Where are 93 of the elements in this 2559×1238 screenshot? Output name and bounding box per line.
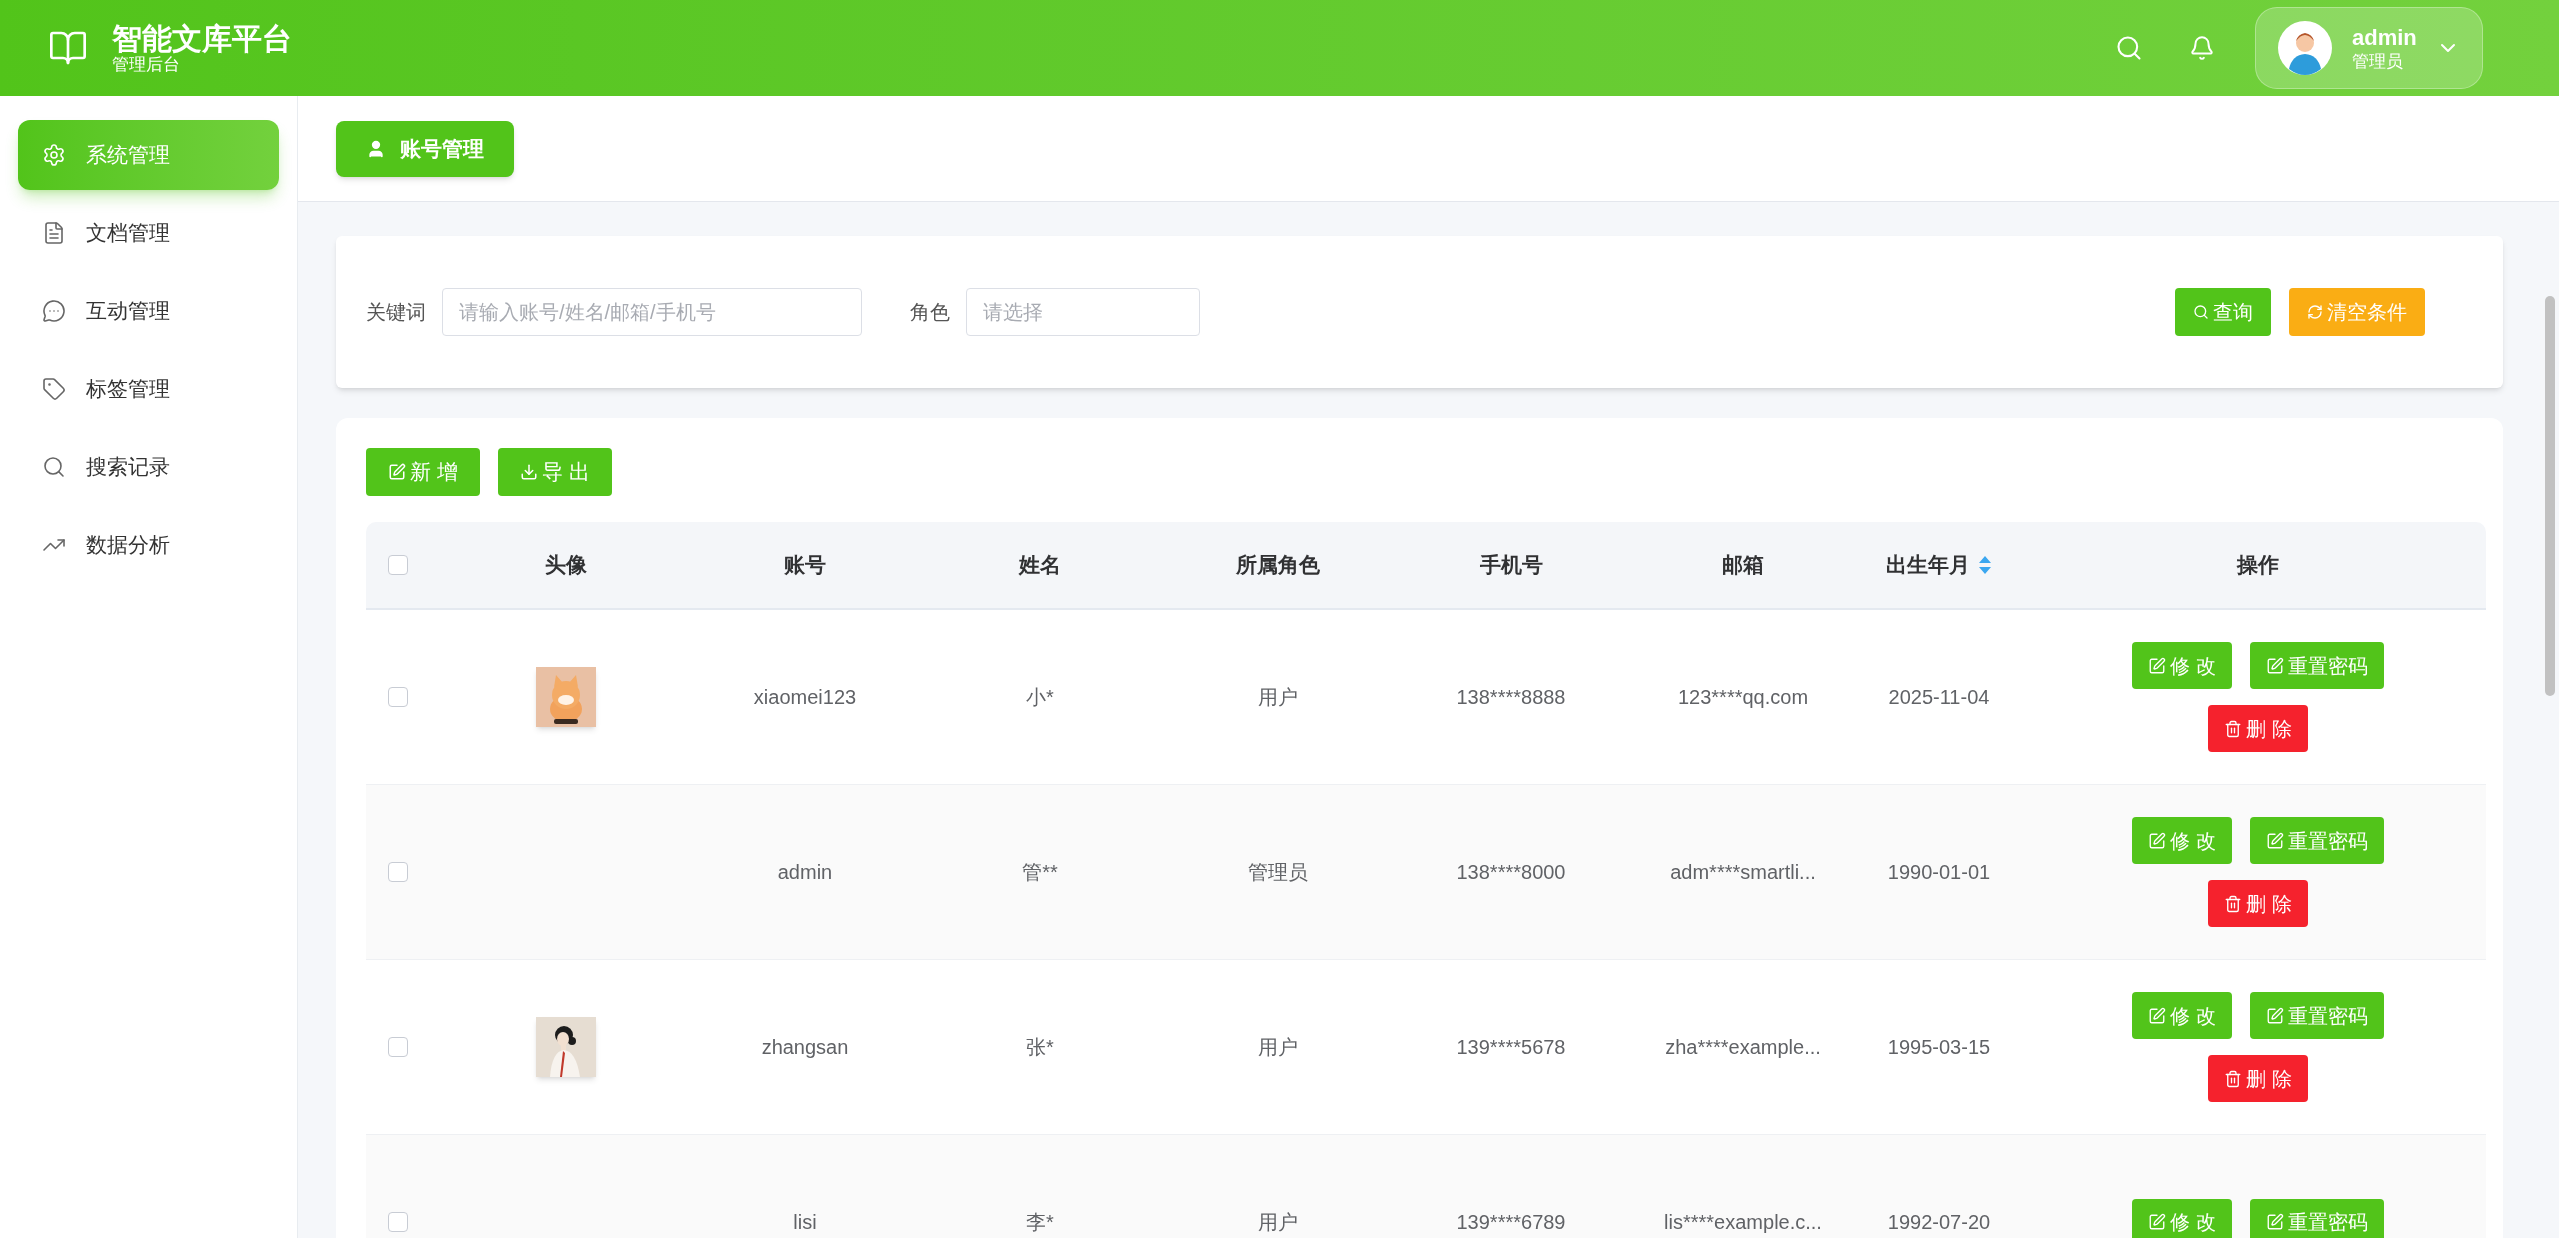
notification-icon[interactable] [2189, 35, 2215, 61]
tag-icon [42, 377, 66, 401]
column-header: 出生年月 [1886, 552, 1970, 579]
table-cell-text: 123****qq.com [1677, 685, 1809, 710]
delete-button[interactable]: 删 除 [2208, 880, 2308, 927]
app-title: 智能文库平台 [112, 23, 292, 54]
column-header: 手机号 [1479, 552, 1543, 579]
edit-button[interactable]: 重置密码 [2249, 1198, 2384, 1238]
table-cell-text: 小* [1026, 685, 1054, 710]
table-cell-text: lisi [793, 1210, 817, 1235]
role-select[interactable]: 请选择 [966, 288, 1200, 336]
table-cell-text: 1992-07-20 [1887, 1210, 1991, 1235]
table-cell-text: zha****example... [1665, 1035, 1821, 1060]
table-cell-text: 1995-03-15 [1887, 1035, 1991, 1060]
edit-icon [2265, 831, 2284, 850]
role-label: 角色 [910, 300, 950, 325]
column-header: 邮箱 [1722, 552, 1764, 579]
edit-icon [2148, 1213, 2167, 1231]
table-cell-text: 1990-01-01 [1887, 860, 1991, 885]
trash-icon [2224, 719, 2243, 738]
table-cell-text: 管理员 [1248, 860, 1308, 885]
table-cell-text: 139****6789 [1456, 1210, 1566, 1235]
row-checkbox[interactable] [388, 862, 408, 882]
column-header: 头像 [545, 552, 587, 579]
sidebar-item[interactable]: 互动管理 [18, 276, 279, 346]
sidebar-item[interactable]: 系统管理 [18, 120, 279, 190]
delete-button[interactable]: 删 除 [2208, 1055, 2308, 1102]
table-cell-text: lis****example.c... [1664, 1210, 1822, 1235]
row-checkbox[interactable] [388, 687, 408, 707]
sidebar-item[interactable]: 标签管理 [18, 354, 279, 424]
search-icon[interactable] [2115, 34, 2143, 62]
refresh-icon [2307, 304, 2323, 320]
column-header: 姓名 [1019, 552, 1061, 579]
search-icon [42, 455, 66, 479]
row-checkbox[interactable] [388, 1212, 408, 1232]
clear-button[interactable]: 清空条件 [2289, 288, 2425, 336]
trash-icon [2224, 1069, 2243, 1088]
app-subtitle: 管理后台 [112, 55, 181, 73]
table-cell-text: 李* [1026, 1210, 1054, 1235]
edit-button[interactable]: 修 改 [2132, 642, 2232, 689]
table-cell-text: 用户 [1258, 685, 1298, 710]
edit-button[interactable]: 修 改 [2132, 1198, 2232, 1238]
edit-icon [2148, 656, 2167, 675]
sidebar-item[interactable]: 搜索记录 [18, 432, 279, 502]
table-cell-text: 138****8888 [1456, 685, 1566, 710]
add-button[interactable]: 新 增 [366, 448, 480, 496]
table-cell-text: xiaomei123 [753, 685, 857, 710]
download-icon [519, 463, 538, 481]
column-header: 账号 [784, 552, 826, 579]
export-button[interactable]: 导 出 [497, 448, 612, 496]
user-name: admin [2352, 23, 2417, 52]
sidebar-item[interactable]: 数据分析 [18, 510, 279, 580]
edit-icon [2265, 1213, 2284, 1231]
table-cell-text: 138****8000 [1456, 860, 1566, 885]
keyword-field[interactable]: 请输入账号/姓名/邮箱/手机号 [442, 288, 862, 336]
select-all-checkbox[interactable] [388, 555, 408, 575]
search-icon [2193, 304, 2209, 320]
trash-icon [2224, 894, 2243, 913]
edit-button[interactable]: 修 改 [2132, 992, 2232, 1039]
user-role: 管理员 [2352, 51, 2403, 73]
row-checkbox[interactable] [388, 1037, 408, 1057]
table-cell-text: 张* [1026, 1035, 1054, 1060]
page-tab[interactable]: 账号管理 [336, 120, 514, 177]
table-cell-text: 用户 [1258, 1210, 1298, 1235]
edit-icon [388, 463, 406, 481]
sort-icon[interactable] [1978, 555, 1992, 575]
keyword-label: 关键词 [366, 300, 426, 325]
user-icon [366, 138, 386, 159]
table-cell-text: 管** [1022, 860, 1058, 885]
edit-icon [2265, 656, 2284, 675]
table-cell-text: 用户 [1258, 1035, 1298, 1060]
document-icon [42, 221, 66, 245]
column-header: 操作 [2237, 552, 2279, 579]
edit-button[interactable]: 重置密码 [2249, 992, 2384, 1039]
edit-icon [2148, 831, 2167, 850]
sidebar-item[interactable]: 文档管理 [18, 198, 279, 268]
edit-icon [2265, 1006, 2284, 1025]
chat-bubble-icon [42, 299, 66, 323]
gear-icon [42, 143, 66, 167]
column-header: 所属角色 [1236, 552, 1320, 579]
table-cell-text: 2025-11-04 [1888, 685, 1990, 710]
table-cell-text: adm****smartli... [1670, 860, 1816, 885]
delete-button[interactable]: 删 除 [2208, 705, 2308, 752]
query-button[interactable]: 查询 [2175, 288, 2271, 336]
avatar-icon [2278, 21, 2332, 75]
edit-button[interactable]: 重置密码 [2249, 817, 2384, 864]
user-menu[interactable]: admin 管理员 [2255, 7, 2483, 89]
table-cell-text: admin [777, 860, 833, 885]
table-cell-text: zhangsan [761, 1035, 849, 1060]
edit-icon [2148, 1006, 2167, 1025]
table-cell-text: 139****5678 [1456, 1035, 1566, 1060]
edit-button[interactable]: 重置密码 [2249, 642, 2384, 689]
edit-button[interactable]: 修 改 [2132, 817, 2232, 864]
